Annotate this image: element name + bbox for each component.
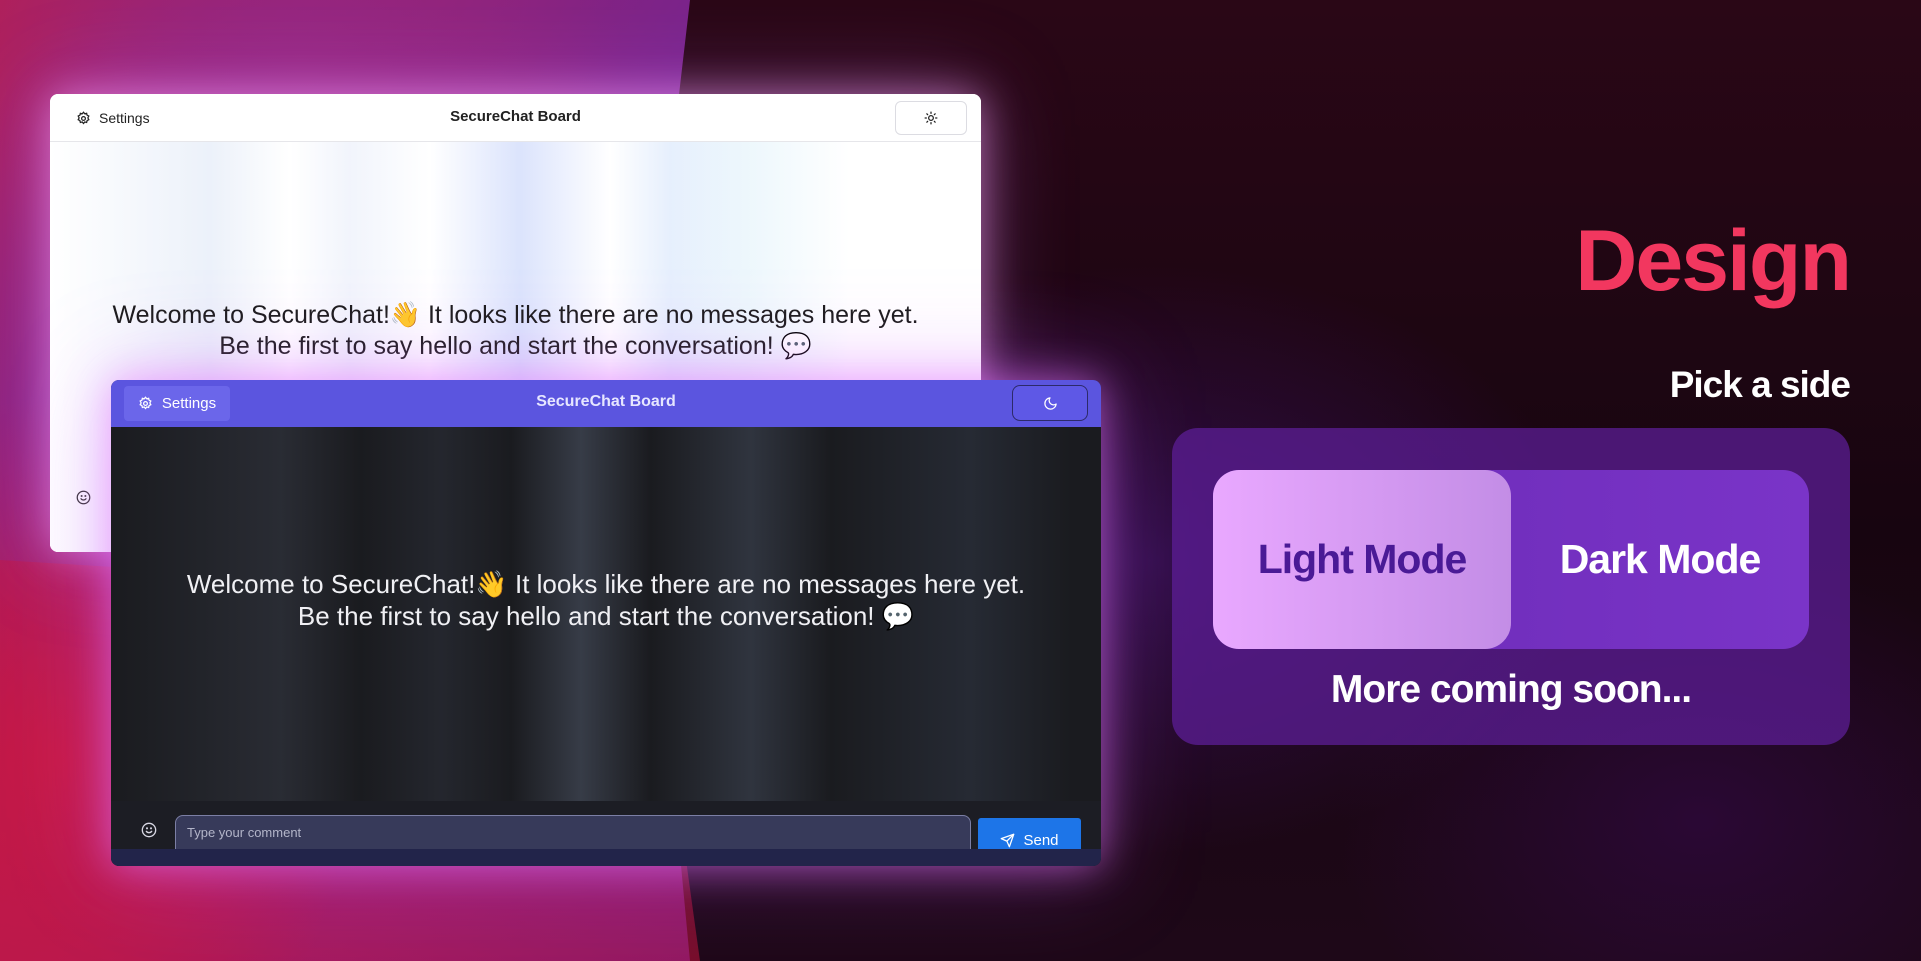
smiley-icon [141,822,157,838]
design-heading: Design [1575,213,1852,309]
dark-welcome-message: Welcome to SecureChat!👋 It looks like th… [111,568,1101,632]
smiley-icon [76,490,91,505]
dark-titlebar: Settings SecureChat Board [111,380,1101,427]
send-label: Send [1023,831,1059,849]
dark-emoji-button[interactable] [141,822,157,838]
paper-plane-icon [1000,833,1015,848]
dark-mode-option[interactable]: Dark Mode [1511,470,1809,649]
mode-picker-panel: Light Mode Dark Mode More coming soon... [1172,428,1850,745]
dark-mode-window: Settings SecureChat Board Welcome to Sec… [111,380,1101,866]
moon-icon [1043,396,1058,411]
welcome-line-1: Welcome to SecureChat!👋 It looks like th… [186,569,1026,599]
dark-mode-toggle-button[interactable] [1012,385,1088,421]
light-mode-toggle-button[interactable] [895,101,967,135]
sun-icon [924,111,938,125]
welcome-line-2: Be the first to say hello and start the … [219,332,812,360]
footer-strip [111,849,1101,866]
welcome-line-2: Be the first to say hello and start the … [297,601,915,631]
light-titlebar: Settings SecureChat Board [50,94,981,142]
composer-bar: Send [111,801,1101,866]
page-title: SecureChat Board [536,393,676,410]
welcome-line-1: Welcome to SecureChat!👋 It looks like th… [112,301,919,329]
light-mode-option[interactable]: Light Mode [1213,470,1511,649]
mode-toggle: Light Mode Dark Mode [1213,470,1809,649]
pick-side-subheading: Pick a side [1669,364,1851,405]
light-welcome-message: Welcome to SecureChat!👋 It looks like th… [50,300,981,362]
page-title: SecureChat Board [450,108,581,125]
light-emoji-button[interactable] [76,490,91,505]
coming-soon-text: More coming soon... [1330,668,1692,711]
